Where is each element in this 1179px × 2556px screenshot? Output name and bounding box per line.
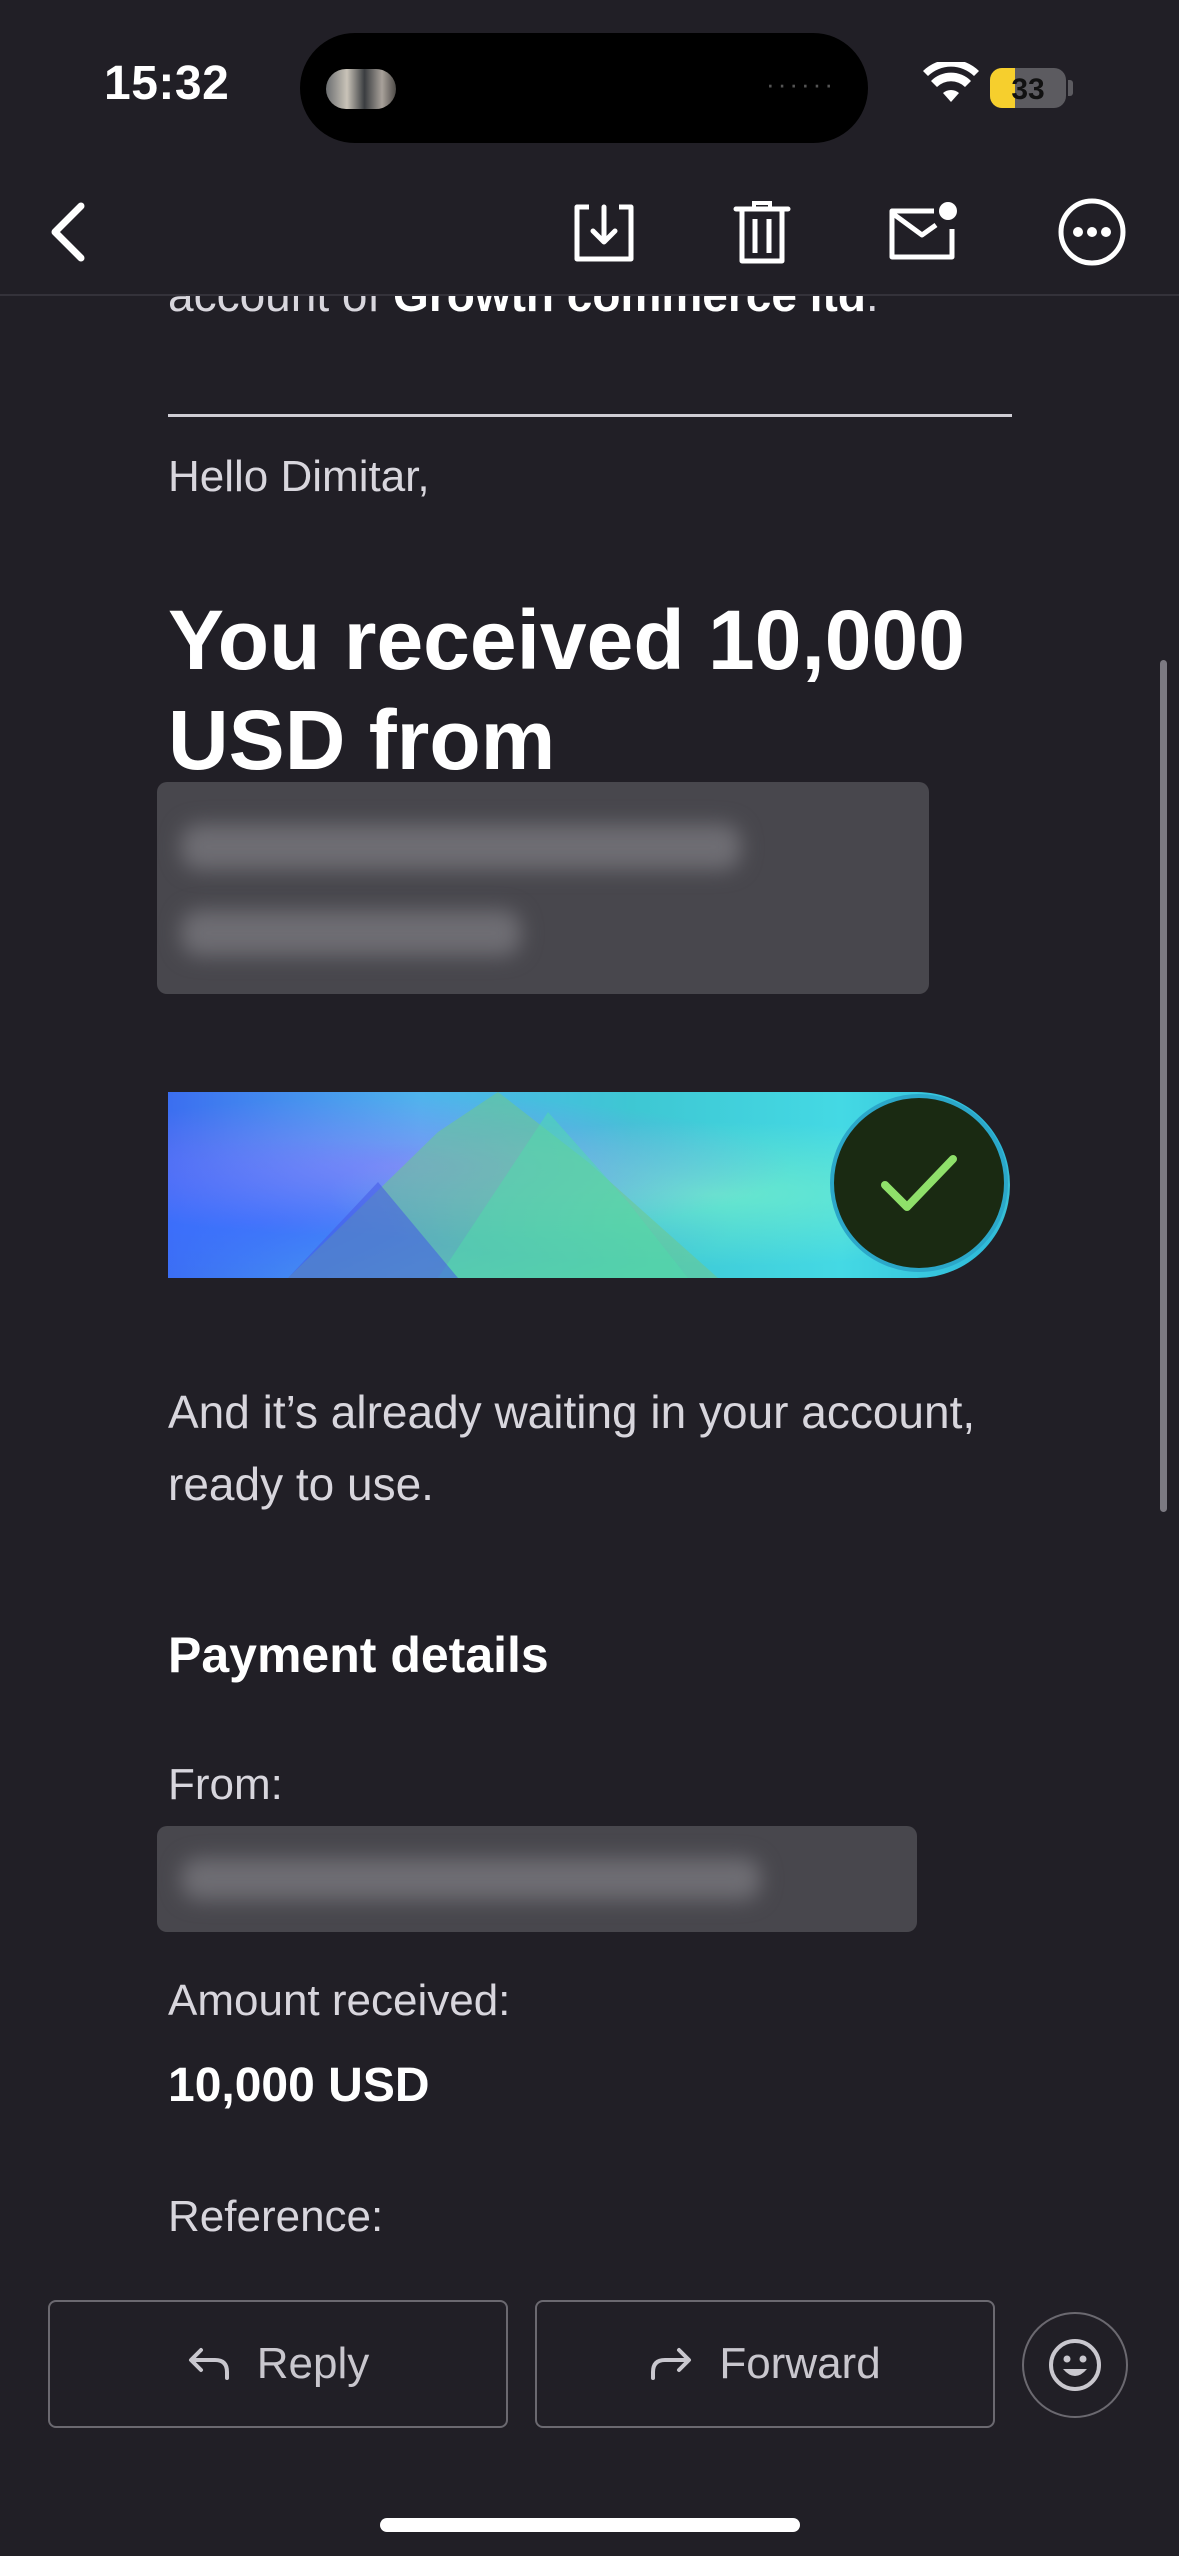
- email-toolbar: [0, 170, 1179, 296]
- mark-unread-button[interactable]: [882, 190, 966, 274]
- chevron-left-icon: [51, 202, 85, 262]
- more-options-button[interactable]: [1050, 190, 1134, 274]
- reply-label: Reply: [256, 2339, 370, 2388]
- scrollbar[interactable]: [1160, 660, 1167, 1512]
- home-indicator[interactable]: [380, 2518, 800, 2532]
- success-check-badge: [830, 1094, 1008, 1272]
- trash-icon: [733, 201, 791, 264]
- reply-button[interactable]: Reply: [48, 2300, 508, 2428]
- delete-button[interactable]: [720, 190, 804, 274]
- email-headline: You received 10,000 USD from: [168, 593, 965, 787]
- reference-label: Reference:: [168, 2192, 384, 2241]
- reply-arrow-icon: [188, 2348, 229, 2380]
- emoji-reaction-button[interactable]: [1022, 2312, 1128, 2418]
- redacted-from-value: [157, 1826, 917, 1932]
- redacted-sender-name: [157, 782, 929, 994]
- greeting: Hello Dimitar,: [168, 452, 430, 501]
- archive-button[interactable]: [562, 190, 646, 274]
- archive-tray-icon: [574, 204, 634, 262]
- back-button[interactable]: [26, 190, 110, 274]
- payment-details-title: Payment details: [168, 1627, 549, 1683]
- amount-received-value: 10,000 USD: [168, 2059, 430, 2112]
- mail-unread-icon: [889, 202, 957, 260]
- divider-line: [168, 414, 1012, 417]
- email-content: account of Growth commerce ltd. Hello Di…: [0, 0, 1179, 2556]
- forward-arrow-icon: [651, 2348, 692, 2380]
- ellipsis-circle-icon: [1058, 198, 1126, 266]
- forward-button[interactable]: Forward: [535, 2300, 995, 2428]
- mountain-illustration: [288, 1092, 718, 1278]
- from-label: From:: [168, 1760, 283, 1809]
- body-paragraph: And it’s already waiting in your account…: [168, 1386, 976, 1510]
- smiley-icon: [1049, 2339, 1101, 2391]
- forward-label: Forward: [719, 2339, 881, 2388]
- checkmark-icon: [881, 1155, 957, 1211]
- amount-received-label: Amount received:: [168, 1976, 511, 2025]
